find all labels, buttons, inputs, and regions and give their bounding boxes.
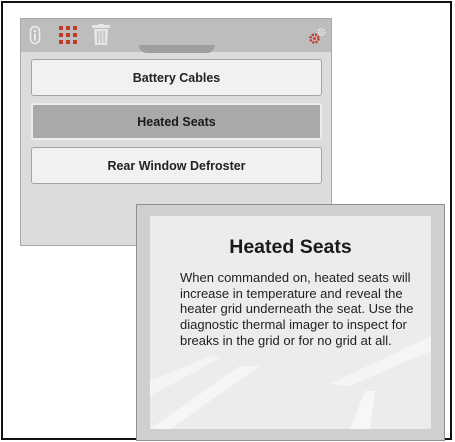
list-item-label: Heated Seats: [137, 114, 216, 129]
info-icon[interactable]: [29, 25, 41, 50]
list-item-label: Rear Window Defroster: [107, 158, 246, 173]
info-description: When commanded on, heated seats will inc…: [180, 270, 414, 348]
toolbar-pull-tab[interactable]: [139, 45, 215, 53]
toolbar: [21, 19, 331, 53]
list-item-rear-window-defroster[interactable]: Rear Window Defroster: [31, 147, 322, 184]
settings-gears-icon[interactable]: [309, 27, 327, 50]
info-card-body: Heated Seats When commanded on, heated s…: [150, 216, 431, 429]
grid-icon[interactable]: [59, 26, 77, 49]
trash-icon[interactable]: [91, 24, 111, 51]
window-frame: Battery Cables Heated Seats Rear Window …: [1, 1, 452, 441]
info-card: Heated Seats When commanded on, heated s…: [136, 204, 445, 441]
info-title: Heated Seats: [229, 236, 352, 258]
list-item-battery-cables[interactable]: Battery Cables: [31, 59, 322, 96]
list-item-label: Battery Cables: [132, 70, 221, 85]
list-item-heated-seats[interactable]: Heated Seats: [31, 103, 322, 140]
